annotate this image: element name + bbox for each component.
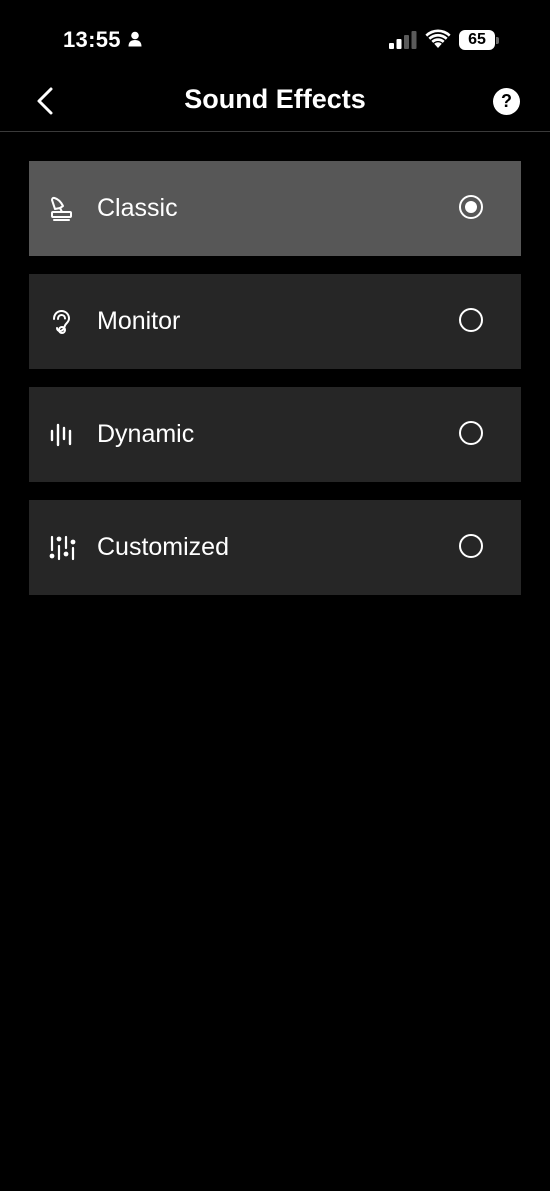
option-monitor[interactable]: Monitor [29,274,521,369]
nav-bar: Sound Effects ? [0,72,550,132]
option-customized[interactable]: Customized [29,500,521,595]
page-title: Sound Effects [184,84,366,114]
equalizer-sliders-icon [48,534,76,562]
waveform-icon [48,421,76,449]
wifi-icon [425,29,451,54]
sound-effects-list: Classic Monitor Dynamic Customized [29,161,521,613]
radio-button[interactable] [459,534,483,558]
person-icon [128,31,142,52]
option-label: Dynamic [97,420,195,448]
cellular-signal-icon [389,31,417,54]
status-time: 13:55 [63,27,121,52]
ear-icon [48,308,76,336]
radio-button[interactable] [459,421,483,445]
option-dynamic[interactable]: Dynamic [29,387,521,482]
battery-cap [496,37,499,44]
option-label: Monitor [97,307,181,335]
option-label: Classic [97,194,178,222]
option-classic[interactable]: Classic [29,161,521,256]
radio-button[interactable] [459,308,483,332]
option-label: Customized [97,533,229,561]
radio-button-checked[interactable] [459,195,483,219]
gramophone-icon [48,195,76,223]
help-button[interactable]: ? [493,88,520,115]
battery-icon: 65 [459,30,495,50]
status-bar: 13:55 65 [0,0,550,72]
